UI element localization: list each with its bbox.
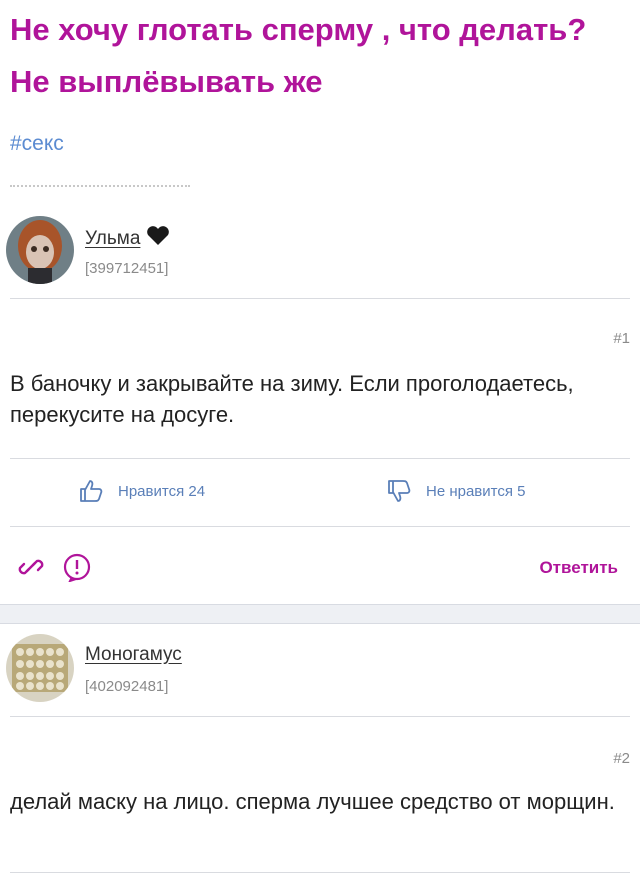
like-label: Нравится 24 <box>118 482 206 500</box>
question-title: Не хочу глотать сперму , что делать? Не … <box>10 12 587 99</box>
author-name-text[interactable]: Моногамус <box>85 644 182 665</box>
report-button[interactable] <box>62 552 92 587</box>
divider <box>10 716 630 717</box>
avatar[interactable] <box>6 634 74 702</box>
answer-text: В баночку и закрывайте на зиму. Если про… <box>10 371 574 427</box>
divider <box>10 298 630 299</box>
answer-number: #1 <box>613 330 630 347</box>
author-name[interactable]: Ульма <box>85 226 170 252</box>
answer-text: делай маску на лицо. сперма лучшее средс… <box>10 789 615 814</box>
author-name-text[interactable]: Ульма <box>85 228 140 249</box>
separator-band <box>0 604 640 624</box>
dislike-label: Не нравится 5 <box>426 482 526 500</box>
dislike-button[interactable]: Не нравится 5 <box>386 478 526 504</box>
divider <box>10 185 190 189</box>
heart-icon <box>146 226 170 252</box>
dislike-icon <box>388 480 411 502</box>
avatar[interactable] <box>6 216 74 284</box>
divider <box>10 872 630 873</box>
avatar-image <box>6 634 74 702</box>
divider <box>10 458 630 459</box>
question-tag[interactable]: #секс <box>10 132 64 156</box>
author-id: [399712451] <box>85 260 169 277</box>
link-button[interactable] <box>16 552 46 587</box>
answer-number: #2 <box>613 750 630 767</box>
report-icon <box>63 553 91 583</box>
author-id: [402092481] <box>85 678 169 695</box>
author-name[interactable]: Моногамус <box>85 644 182 666</box>
like-button[interactable]: Нравится 24 <box>78 478 205 504</box>
divider <box>10 526 630 527</box>
reply-button[interactable]: Ответить <box>539 558 618 578</box>
like-icon <box>80 480 103 502</box>
avatar-image <box>6 216 74 284</box>
link-icon <box>18 559 44 575</box>
